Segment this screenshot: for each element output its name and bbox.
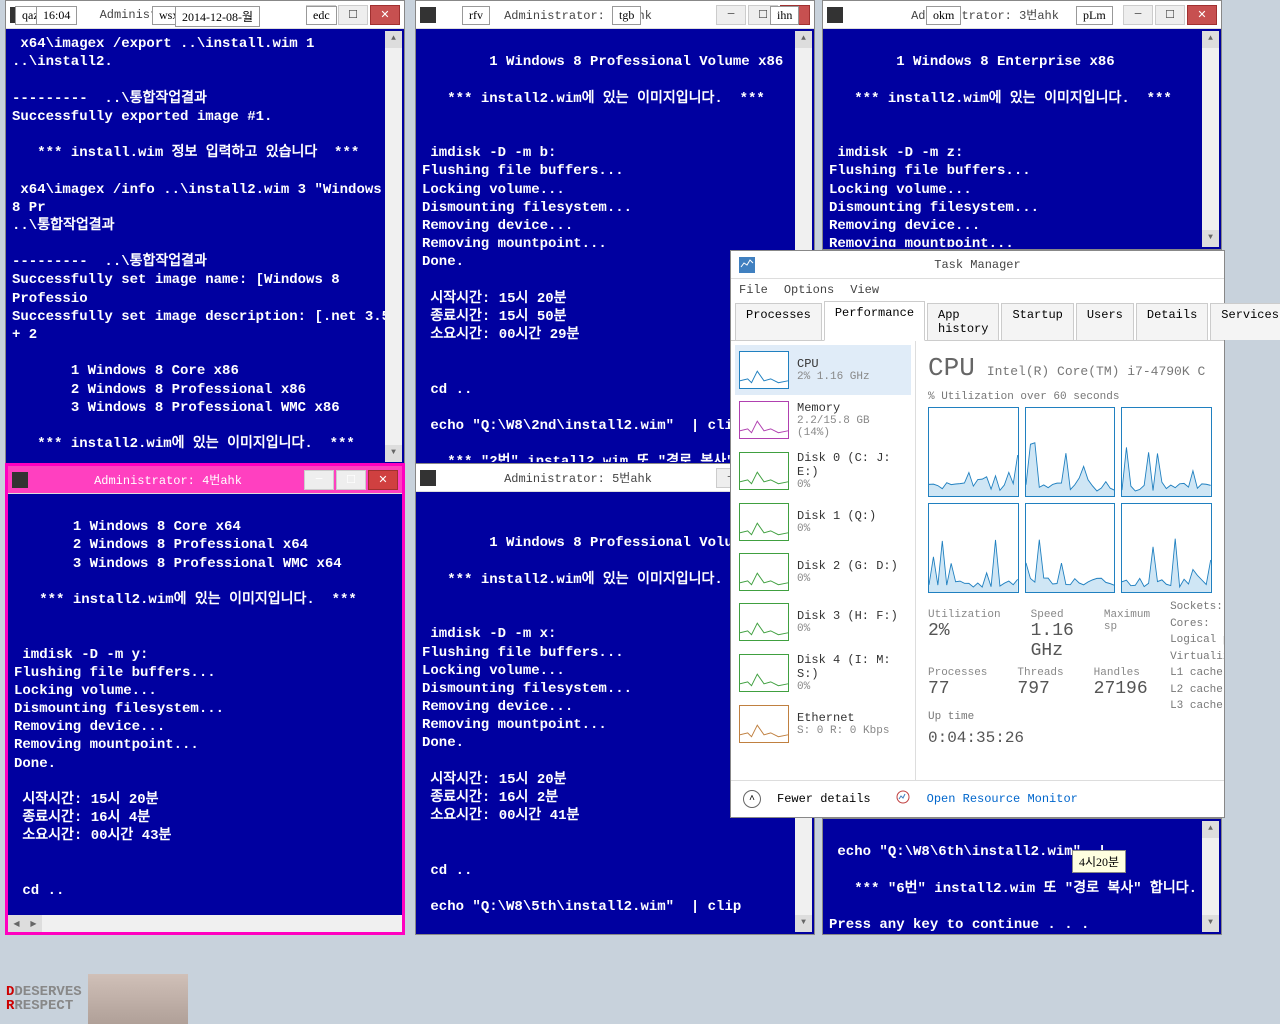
cpu-core-chart (1121, 503, 1212, 593)
cmd-icon (420, 7, 436, 23)
maximize-button[interactable]: ☐ (1155, 5, 1185, 25)
tab-processes[interactable]: Processes (735, 303, 822, 340)
collapse-icon[interactable]: ˄ (743, 790, 761, 808)
overlay-tag: 16:04 (36, 6, 77, 25)
window-title: Administrator: 4번ahk (34, 471, 302, 488)
tabs: ProcessesPerformanceApp historyStartupUs… (731, 301, 1224, 341)
perf-main: CPU Intel(R) Core(TM) i7-4790K C % Utili… (916, 341, 1224, 780)
perf-sidebar[interactable]: CPU2% 1.16 GHzMemory2.2/15.8 GB (14%)Dis… (731, 341, 916, 780)
sidebar-chart-icon (739, 401, 789, 439)
window-title: Administrator: 5번ahk (442, 469, 714, 486)
scrollbar[interactable] (385, 31, 402, 462)
cpu-heading: CPU (928, 353, 975, 383)
tab-users[interactable]: Users (1076, 303, 1134, 340)
terminal-output[interactable]: x64\imagex /export ..\install.wim 1 ..\i… (6, 29, 404, 464)
scrollbar[interactable] (1202, 821, 1219, 932)
sidebar-item-disk[interactable]: Disk 1 (Q:)0% (735, 497, 911, 547)
tab-details[interactable]: Details (1136, 303, 1208, 340)
terminal-output[interactable]: 1 Windows 8 Core x64 2 Windows 8 Profess… (8, 494, 402, 915)
photo (88, 974, 188, 1024)
sidebar-item-ethernet[interactable]: EthernetS: 0 R: 0 Kbps (735, 699, 911, 749)
overlay-tag: pLm (1076, 6, 1113, 25)
sidebar-chart-icon (739, 603, 789, 641)
scrollbar[interactable] (1202, 31, 1219, 247)
terminal-output[interactable]: 1 Windows 8 Enterprise x86 *** install2.… (823, 29, 1221, 249)
minimize-button[interactable]: ─ (716, 5, 746, 25)
terminal-window-1[interactable]: Administrator: …ahk ─ ☐ ✕ x64\imagex /ex… (5, 0, 405, 465)
maximize-button[interactable]: ☐ (336, 470, 366, 490)
overlay-tag: 2014-12-08-월 (175, 6, 260, 27)
sidebar-item-cpu[interactable]: CPU2% 1.16 GHz (735, 345, 911, 395)
sidebar-item-memory[interactable]: Memory2.2/15.8 GB (14%) (735, 395, 911, 445)
cpu-core-chart (1121, 407, 1212, 497)
window-title: Task Manager (735, 258, 1220, 272)
terminal-output[interactable]: echo "Q:\W8\6th\install2.wim" | *** "6번"… (823, 819, 1221, 934)
overlay-tag: ihn (770, 6, 799, 25)
terminal-window-4[interactable]: Administrator: 4번ahk ─☐✕ 1 Windows 8 Cor… (5, 463, 405, 935)
task-manager-window[interactable]: Task Manager File Options View Processes… (730, 250, 1225, 818)
cpu-core-chart (928, 407, 1019, 497)
menu-options[interactable]: Options (784, 283, 834, 297)
uptime-value: 0:04:35:26 (928, 726, 1150, 750)
desktop-widget: DDESERVES RRESPECT (0, 974, 188, 1024)
overlay-tag: tgb (612, 6, 641, 25)
tab-performance[interactable]: Performance (824, 301, 925, 341)
terminal-window-3b[interactable]: echo "Q:\W8\6th\install2.wim" | *** "6번"… (822, 818, 1222, 935)
sidebar-chart-icon (739, 452, 789, 490)
open-resource-monitor-link[interactable]: Open Resource Monitor (927, 792, 1078, 806)
overlay-tag: edc (306, 6, 337, 25)
close-button[interactable]: ✕ (368, 470, 398, 490)
cpu-core-chart (1025, 407, 1116, 497)
sidebar-item-disk[interactable]: Disk 3 (H: F:)0% (735, 597, 911, 647)
overlay-tag: okm (926, 6, 961, 25)
chart-subtitle: % Utilization over 60 seconds (928, 391, 1212, 403)
cmd-icon (12, 472, 28, 488)
sidebar-chart-icon (739, 553, 789, 591)
cpu-core-chart (928, 503, 1019, 593)
menu-file[interactable]: File (739, 283, 768, 297)
logo-text: DDESERVES RRESPECT (0, 979, 88, 1019)
tab-startup[interactable]: Startup (1001, 303, 1073, 340)
cpu-model: Intel(R) Core(TM) i7-4790K C (987, 364, 1205, 379)
minimize-button[interactable]: ─ (304, 470, 334, 490)
sidebar-chart-icon (739, 351, 789, 389)
tooltip: 4시20분 (1072, 850, 1126, 873)
uptime-label: Up time (928, 709, 1150, 726)
tab-app-history[interactable]: App history (927, 303, 999, 340)
horizontal-scrollbar[interactable] (8, 915, 402, 932)
sidebar-chart-icon (739, 705, 789, 743)
close-button[interactable]: ✕ (370, 5, 400, 25)
fewer-details-link[interactable]: Fewer details (777, 792, 871, 806)
maximize-button[interactable]: ☐ (338, 5, 368, 25)
tab-services[interactable]: Services (1210, 303, 1280, 340)
titlebar[interactable]: Administrator: 3번ahk ─☐✕ (823, 1, 1221, 29)
cmd-icon (420, 470, 436, 486)
sidebar-item-disk[interactable]: Disk 2 (G: D:)0% (735, 547, 911, 597)
menu-view[interactable]: View (850, 283, 879, 297)
terminal-window-3[interactable]: Administrator: 3번ahk ─☐✕ 1 Windows 8 Ent… (822, 0, 1222, 250)
cpu-core-chart (1025, 503, 1116, 593)
taskmgr-icon (739, 257, 755, 273)
titlebar[interactable]: Task Manager (731, 251, 1224, 279)
menubar: File Options View (731, 279, 1224, 301)
sidebar-item-disk[interactable]: Disk 4 (I: M: S:)0% (735, 647, 911, 699)
resource-monitor-icon (895, 789, 911, 805)
titlebar[interactable]: Administrator: 4번ahk ─☐✕ (8, 466, 402, 494)
sidebar-chart-icon (739, 654, 789, 692)
minimize-button[interactable]: ─ (1123, 5, 1153, 25)
sidebar-item-disk[interactable]: Disk 0 (C: J: E:)0% (735, 445, 911, 497)
tm-footer: ˄ Fewer details Open Resource Monitor (731, 780, 1224, 817)
cmd-icon (827, 7, 843, 23)
overlay-tag: rfv (462, 6, 490, 25)
close-button[interactable]: ✕ (1187, 5, 1217, 25)
sidebar-chart-icon (739, 503, 789, 541)
